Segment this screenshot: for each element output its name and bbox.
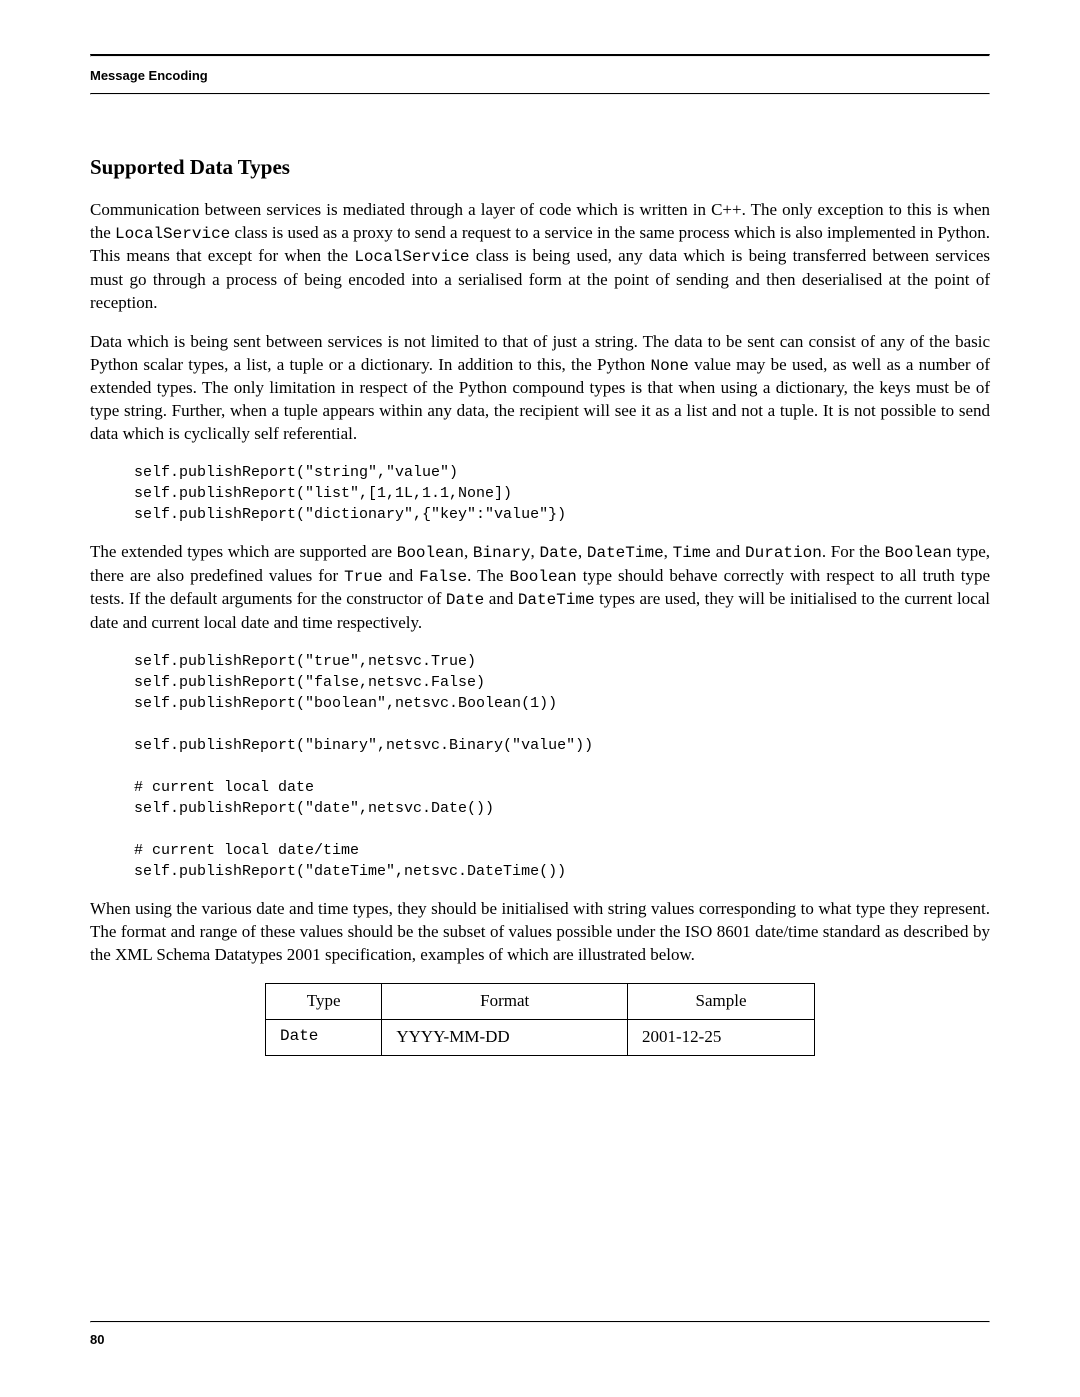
paragraph-3: The extended types which are supported a…	[90, 541, 990, 635]
footer: 80	[90, 1321, 990, 1349]
header-underline	[90, 93, 990, 95]
code-block-2: self.publishReport("true",netsvc.True) s…	[134, 651, 990, 882]
inline-code: DateTime	[518, 591, 595, 609]
cell-format: YYYY-MM-DD	[382, 1019, 628, 1055]
inline-code: LocalService	[115, 225, 230, 243]
code-block-1: self.publishReport("string","value") sel…	[134, 462, 990, 525]
cell-sample: 2001-12-25	[628, 1019, 815, 1055]
inline-code: Binary	[473, 544, 531, 562]
inline-code: Boolean	[397, 544, 464, 562]
inline-code: LocalService	[354, 248, 469, 266]
text: The extended types which are supported a…	[90, 542, 397, 561]
inline-code: Date	[446, 591, 484, 609]
table-row: Date YYYY-MM-DD 2001-12-25	[266, 1019, 815, 1055]
inline-code: DateTime	[587, 544, 664, 562]
inline-code: Time	[673, 544, 711, 562]
table-wrap: Type Format Sample Date YYYY-MM-DD 2001-…	[265, 983, 815, 1056]
table-header-row: Type Format Sample	[266, 983, 815, 1019]
inline-code: None	[650, 357, 688, 375]
text: and	[484, 589, 518, 608]
paragraph-1: Communication between services is mediat…	[90, 199, 990, 315]
text: and	[383, 566, 420, 585]
text: ,	[578, 542, 587, 561]
text: ,	[464, 542, 473, 561]
cell-type: Date	[266, 1019, 382, 1055]
inline-code: True	[344, 568, 382, 586]
section-title: Supported Data Types	[90, 153, 990, 181]
col-header-type: Type	[266, 983, 382, 1019]
paragraph-4: When using the various date and time typ…	[90, 898, 990, 967]
inline-code: Boolean	[885, 544, 952, 562]
inline-code: Duration	[745, 544, 822, 562]
text: . The	[467, 566, 509, 585]
page-number: 80	[90, 1323, 990, 1349]
inline-code: Boolean	[510, 568, 577, 586]
running-head: Message Encoding	[90, 57, 990, 93]
text: ,	[664, 542, 673, 561]
data-types-table: Type Format Sample Date YYYY-MM-DD 2001-…	[265, 983, 815, 1056]
col-header-sample: Sample	[628, 983, 815, 1019]
col-header-format: Format	[382, 983, 628, 1019]
text: . For the	[822, 542, 885, 561]
paragraph-2: Data which is being sent between service…	[90, 331, 990, 446]
page: Message Encoding Supported Data Types Co…	[0, 0, 1080, 1397]
inline-code: Date	[539, 544, 577, 562]
inline-code: False	[419, 568, 467, 586]
text: and	[711, 542, 745, 561]
